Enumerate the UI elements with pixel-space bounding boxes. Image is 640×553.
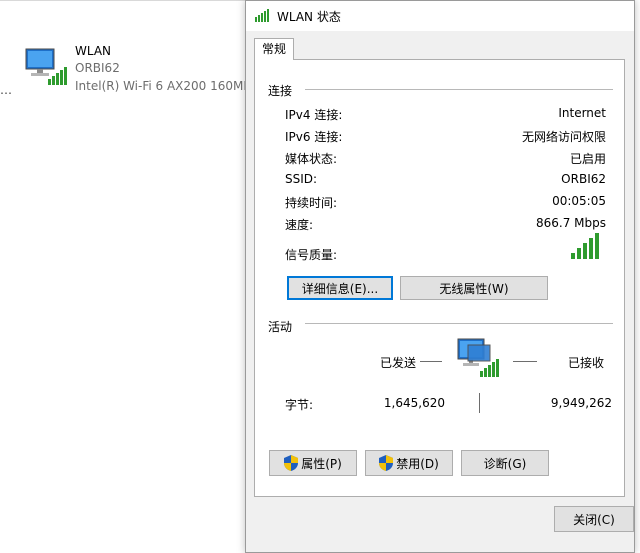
wlan-adapter-item[interactable]: WLAN ORBI62 Intel(R) Wi-Fi 6 AX200 160MH… <box>22 41 259 97</box>
tab-general[interactable]: 常规 <box>254 38 294 60</box>
speed-value: 866.7 Mbps <box>535 216 606 230</box>
uac-shield-icon <box>379 455 394 471</box>
signal-bar <box>589 238 593 259</box>
uac-shield-icon <box>284 455 299 471</box>
title-bar[interactable]: WLAN 状态 <box>246 1 634 31</box>
signal-quality-label: 信号质量: <box>285 248 338 262</box>
signal-strength-icon <box>255 9 269 22</box>
duration-label: 持续时间: <box>285 196 338 210</box>
truncated-text: … <box>0 83 12 97</box>
wireless-properties-button[interactable]: 无线属性(W) <box>400 276 548 300</box>
activity-group-label: 活动 <box>268 318 297 335</box>
properties-button[interactable]: 属性(P) <box>269 450 357 476</box>
properties-button-label: 属性(P) <box>301 456 342 471</box>
close-button[interactable]: 关闭(C) <box>554 506 634 532</box>
speed-label: 速度: <box>285 218 314 232</box>
bytes-received-value: 9,949,262 <box>550 396 612 410</box>
signal-bar <box>577 248 581 259</box>
signal-bar <box>595 233 599 259</box>
ipv6-value: 无网络访问权限 <box>521 130 606 144</box>
disable-button-label: 禁用(D) <box>396 456 439 471</box>
signal-bar <box>583 243 587 259</box>
adapter-name: WLAN <box>75 44 112 58</box>
details-button[interactable]: 详细信息(E)... <box>287 276 393 300</box>
sent-label: 已发送 <box>380 356 417 370</box>
signal-quality-icon <box>571 233 599 259</box>
network-activity-icon <box>457 338 499 377</box>
ssid-value: ORBI62 <box>561 172 606 186</box>
activity-group-divider <box>305 323 613 324</box>
media-state-value: 已启用 <box>569 152 606 166</box>
wlan-status-dialog: WLAN 状态 常规 连接 IPv4 连接: Internet IPv6 连接:… <box>245 0 635 553</box>
disable-button[interactable]: 禁用(D) <box>365 450 453 476</box>
ssid-label: SSID: <box>285 172 318 186</box>
close-button-label: 关闭(C) <box>573 512 615 527</box>
received-label: 已接收 <box>568 356 605 370</box>
diagnose-button-label: 诊断(G) <box>483 456 527 471</box>
adapter-device: Intel(R) Wi-Fi 6 AX200 160MHz <box>75 79 259 93</box>
duration-value: 00:05:05 <box>552 194 606 208</box>
bytes-label: 字节: <box>285 398 314 412</box>
adapter-ssid: ORBI62 <box>75 61 120 75</box>
connection-group-divider <box>305 89 613 90</box>
network-connections-panel: … WLAN ORBI62 Intel(R) Wi-Fi 6 AX200 160… <box>0 0 259 553</box>
connection-group-label: 连接 <box>268 82 297 99</box>
wireless-network-adapter-icon <box>25 48 67 85</box>
ipv4-label: IPv4 连接: <box>285 108 343 122</box>
sent-connector-line <box>420 361 442 362</box>
signal-bar <box>571 253 575 259</box>
details-button-label: 详细信息(E)... <box>301 281 379 296</box>
received-connector-line <box>513 361 537 362</box>
diagnose-button[interactable]: 诊断(G) <box>461 450 549 476</box>
window-title: WLAN 状态 <box>277 10 341 24</box>
ipv6-label: IPv6 连接: <box>285 130 343 144</box>
bytes-sent-value: 1,645,620 <box>383 396 445 410</box>
general-tab-panel: 连接 IPv4 连接: Internet IPv6 连接: 无网络访问权限 媒体… <box>254 59 625 497</box>
bytes-divider <box>479 393 480 413</box>
wireless-properties-button-label: 无线属性(W) <box>439 281 509 296</box>
ipv4-value: Internet <box>558 106 606 120</box>
media-state-label: 媒体状态: <box>285 152 338 166</box>
